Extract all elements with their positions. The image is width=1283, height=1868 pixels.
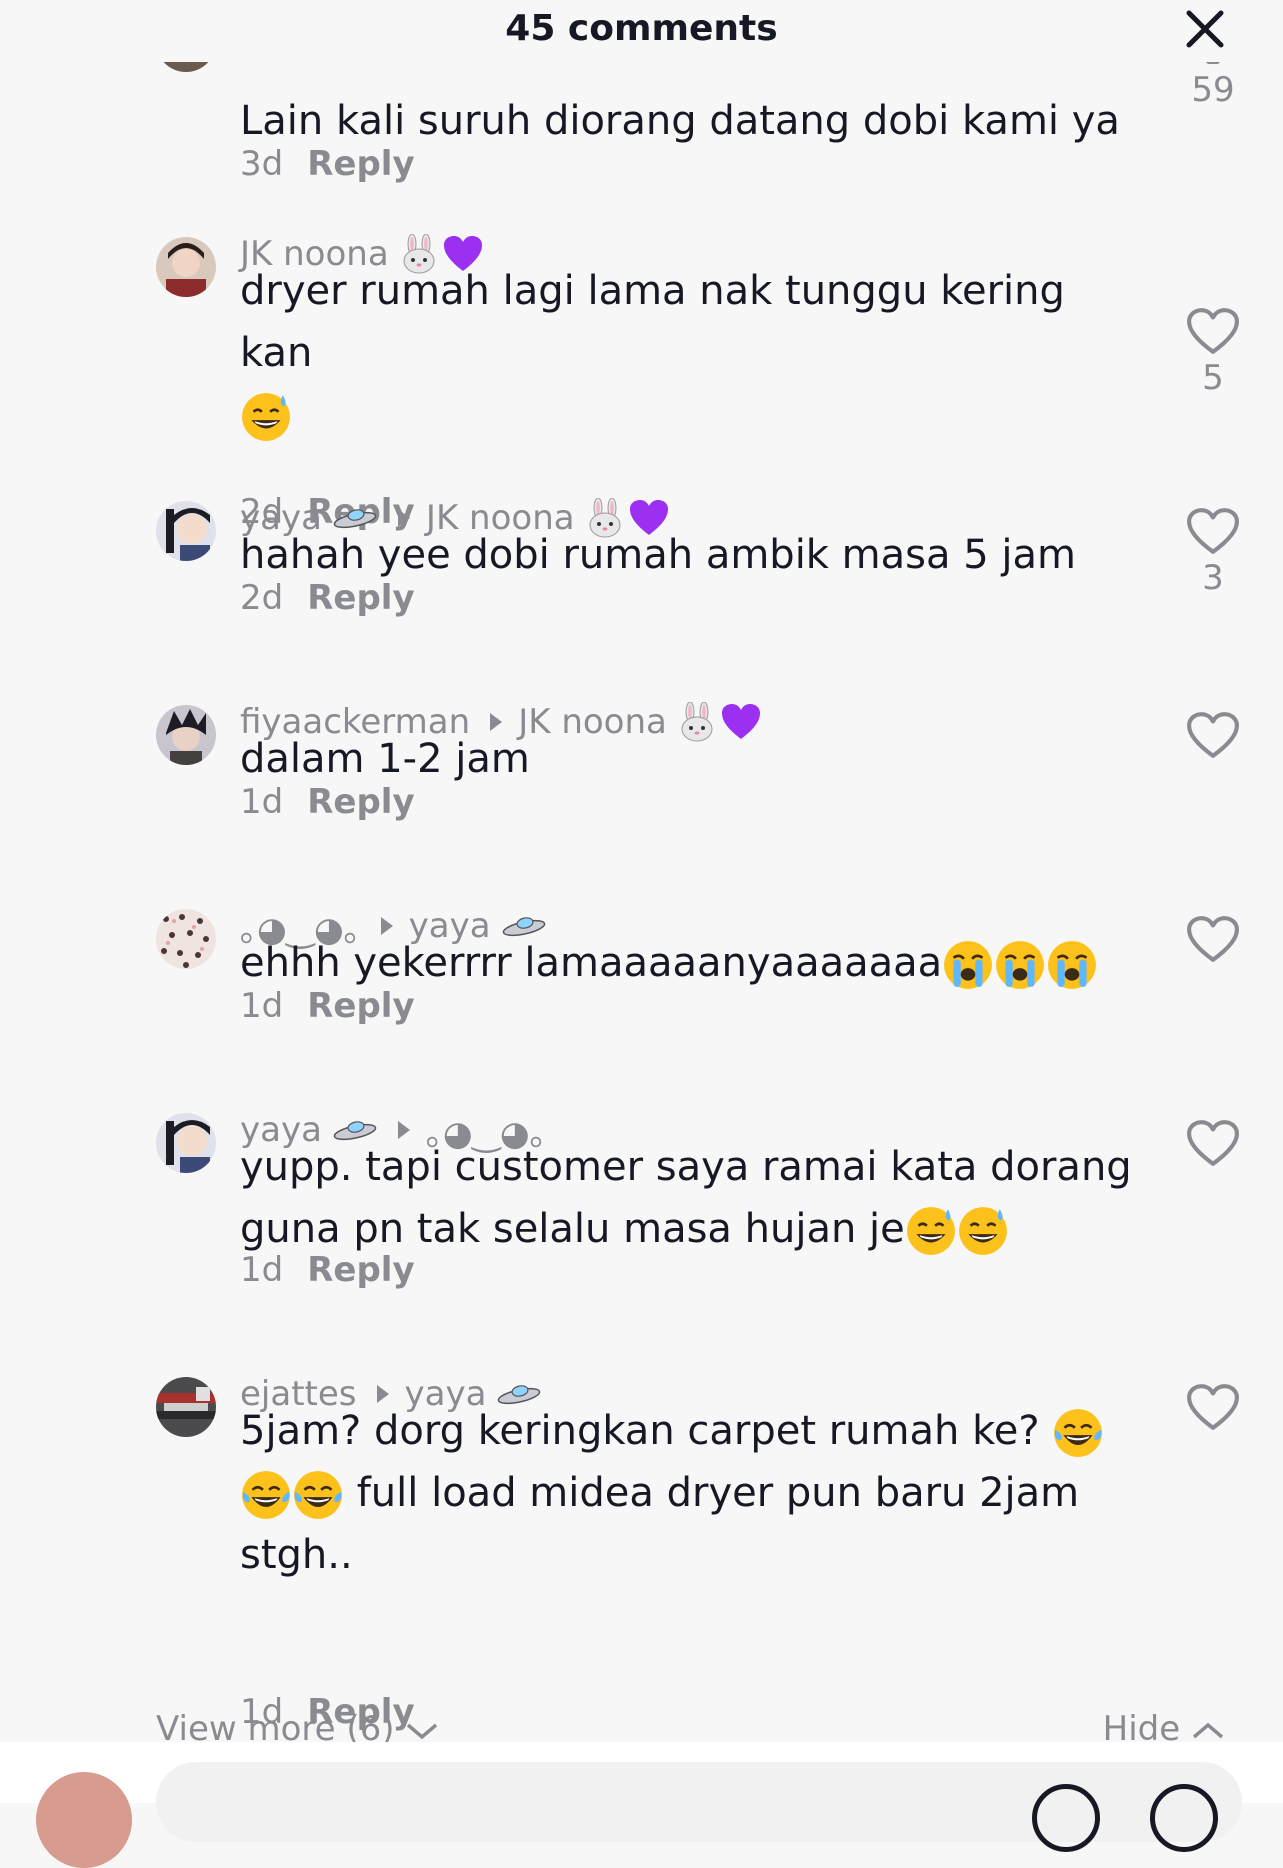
my-avatar (36, 1772, 132, 1868)
heart-icon[interactable] (1187, 1120, 1239, 1168)
comment-age: 1d (240, 782, 284, 822)
heart-icon[interactable] (1187, 308, 1239, 356)
like-area: 3 (1182, 508, 1244, 598)
comment-text-line: ehhh yekerrrr lamaaaaanyaaaaaaa (240, 940, 943, 986)
comment-meta-row: 2d Reply (240, 578, 415, 618)
avatar[interactable] (156, 1377, 216, 1437)
comment-text-line: full load midea dryer pun baru 2jam (356, 1470, 1080, 1516)
replies-controls: View more (6) Hide (0, 1705, 1283, 1749)
reply-button[interactable]: Reply (307, 782, 414, 822)
comment-meta-row: 3d Reply (240, 144, 415, 184)
crying-emoji (994, 939, 1046, 991)
heart-icon[interactable] (1187, 712, 1239, 760)
comment-text: 5jam? dorg keringkan carpet rumah ke? fu… (240, 1400, 1140, 1586)
comment-meta-row: 1d Reply (240, 782, 415, 822)
comments-count-title: 45 comments (505, 8, 778, 49)
avatar[interactable] (156, 501, 216, 561)
like-area: 59 (1182, 62, 1244, 110)
like-count: 3 (1202, 558, 1224, 598)
comment-meta-row: 1d Reply (240, 986, 415, 1026)
reply-button[interactable]: Reply (307, 1250, 414, 1290)
reply-button[interactable]: Reply (307, 986, 414, 1026)
comment-text: Lain kali suruh diorang datang dobi kami… (240, 98, 1120, 144)
tears-of-joy-emoji (292, 1469, 344, 1521)
heart-icon[interactable] (1206, 62, 1220, 64)
like-count: 5 (1202, 358, 1224, 398)
comments-header: 45 comments (0, 0, 1283, 60)
avatar[interactable] (156, 1113, 216, 1173)
heart-icon[interactable] (1187, 508, 1239, 556)
avatar[interactable] (156, 909, 216, 969)
like-area (1182, 1120, 1244, 1168)
sweat-smile-emoji (240, 391, 292, 443)
crying-emoji (1046, 939, 1098, 991)
chevron-up-icon (1192, 1722, 1224, 1738)
comment-input-bar (0, 1742, 1283, 1868)
sweat-smile-emoji (905, 1205, 957, 1257)
comment-age: 1d (240, 986, 284, 1026)
like-area (1182, 1384, 1244, 1432)
avatar[interactable] (156, 237, 216, 297)
like-area (1182, 712, 1244, 760)
comment-list[interactable]: Lain kali suruh diorang datang dobi kami… (0, 62, 1283, 1742)
like-count: 59 (1191, 70, 1235, 110)
comment-meta-row: 1d Reply (240, 1250, 415, 1290)
emoji-icon[interactable] (1150, 1784, 1218, 1852)
comment-text: ehhh yekerrrr lamaaaaanyaaaaaaa (240, 932, 1200, 994)
sweat-smile-emoji (957, 1205, 1009, 1257)
avatar[interactable] (156, 705, 216, 765)
close-icon[interactable] (1180, 4, 1230, 54)
tears-of-joy-emoji (240, 1469, 292, 1521)
comment-text: yupp. tapi customer saya ramai kata dora… (240, 1136, 1140, 1260)
comment-age: 2d (240, 578, 284, 618)
tears-of-joy-emoji (1052, 1407, 1104, 1459)
comment-age: 1d (240, 1250, 284, 1290)
comment-text-line: stgh.. (240, 1532, 353, 1578)
comment-text-line: 5jam? dorg keringkan carpet rumah ke? (240, 1408, 1040, 1454)
comment-text: dalam 1-2 jam (240, 736, 530, 782)
comment-age: 3d (240, 144, 284, 184)
reply-button[interactable]: Reply (307, 144, 414, 184)
heart-icon[interactable] (1187, 1384, 1239, 1432)
avatar[interactable] (156, 62, 216, 72)
like-area: 5 (1182, 308, 1244, 398)
heart-icon[interactable] (1187, 916, 1239, 964)
chevron-down-icon (407, 1723, 438, 1739)
comment-text: dryer rumah lagi lama nak tunggu kering … (240, 260, 1120, 446)
comment-text-line: dryer rumah lagi lama nak tunggu kering … (240, 268, 1078, 376)
like-area (1182, 916, 1244, 964)
reply-button[interactable]: Reply (307, 578, 414, 618)
crying-emoji (942, 939, 994, 991)
comment-text: hahah yee dobi rumah ambik masa 5 jam (240, 532, 1076, 578)
at-mention-icon[interactable] (1032, 1784, 1100, 1852)
